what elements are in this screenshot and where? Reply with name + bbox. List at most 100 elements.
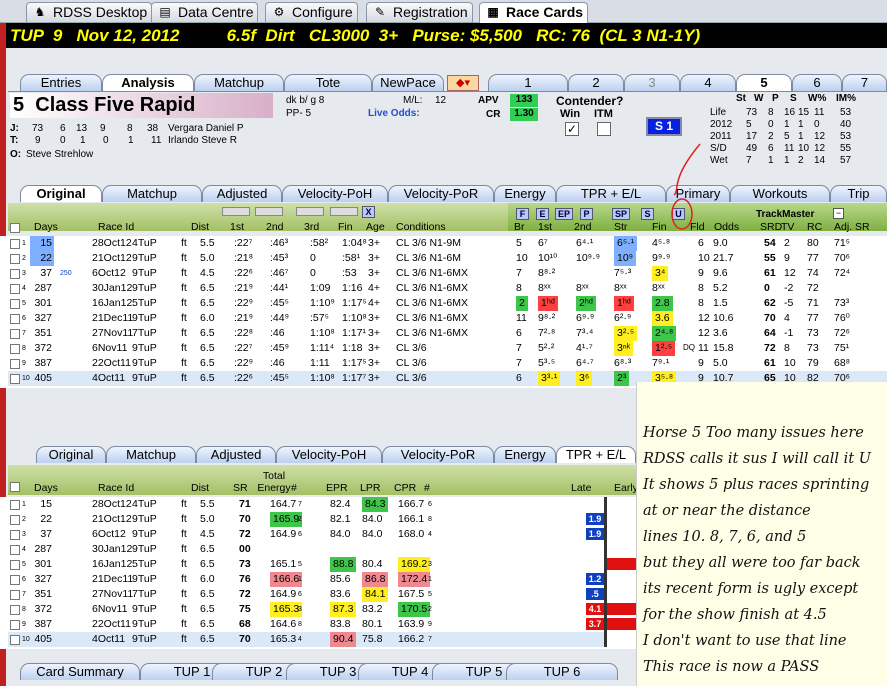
grid2-cell: 6.5: [200, 543, 215, 555]
sort-button-fin[interactable]: [330, 207, 358, 216]
grid1-tab-adjusted[interactable]: Adjusted: [202, 185, 282, 202]
row-checkbox[interactable]: [10, 374, 20, 384]
grid2-tab-velocity-poh[interactable]: Velocity-PoH: [276, 446, 382, 463]
grid1-cell: ft: [181, 342, 187, 354]
row-checkbox[interactable]: [10, 269, 20, 279]
tab-horse-4[interactable]: 4: [680, 74, 736, 91]
grid1-tab-workouts[interactable]: Workouts: [730, 185, 830, 202]
win-checkbox[interactable]: ✓: [565, 122, 579, 136]
grid1-row[interactable]: 8 372 6Nov11 9TuP ft 6.5:22⁷:45⁹ 1:11⁴ 1:18 3+ CL…: [8, 341, 887, 356]
grid2-cell: 83.2: [362, 603, 383, 615]
tab-analysis[interactable]: Analysis: [102, 74, 194, 91]
row-checkbox[interactable]: [10, 359, 20, 369]
grid1-tab-tpr[interactable]: TPR + E/L: [556, 185, 666, 202]
tab-horse-7[interactable]: 7: [842, 74, 887, 91]
grid2-row[interactable]: 8 372 6Nov11 9TuP ft 6.5 75 165.3 3 87.3 83.2 170.5…: [8, 602, 604, 617]
sort-button-1st[interactable]: [222, 207, 250, 216]
tab-horse-1[interactable]: 1: [488, 74, 568, 91]
row-checkbox[interactable]: [10, 500, 20, 510]
trackmaster-collapse-icon[interactable]: −: [833, 208, 844, 219]
grid2-cell: 7: [298, 501, 302, 508]
row-checkbox[interactable]: [10, 344, 20, 354]
grid2-tab-matchup[interactable]: Matchup: [106, 446, 196, 463]
grid2-tab-tpr[interactable]: TPR + E/L: [556, 446, 636, 463]
style-button-e[interactable]: E: [536, 208, 549, 220]
tab-card-summary[interactable]: Card Summary: [20, 663, 140, 680]
style-button-sp[interactable]: SP: [612, 208, 630, 220]
row-checkbox[interactable]: [10, 605, 20, 615]
s1-badge[interactable]: S 1: [646, 117, 682, 136]
grid1-row[interactable]: 9 387 22Oct11 9TuP ft 6.5:22⁹:46 1:11 1:17⁵ 3+ CL…: [8, 356, 887, 371]
grid1-tab-matchup[interactable]: Matchup: [102, 185, 202, 202]
tab-horse-2[interactable]: 2: [568, 74, 624, 91]
grid2-cell: 6.5: [200, 603, 215, 615]
grid2-select-all-checkbox[interactable]: [10, 482, 20, 492]
pace-diamond-icon[interactable]: ◆▾: [447, 75, 479, 91]
grid2-tab-adjusted[interactable]: Adjusted: [196, 446, 276, 463]
row-checkbox[interactable]: [10, 299, 20, 309]
row-checkbox[interactable]: [10, 590, 20, 600]
expand-x-button[interactable]: X: [362, 206, 375, 218]
tab-entries[interactable]: Entries: [20, 74, 102, 91]
grid1-row[interactable]: 6 327 21Dec11 9TuP ft 6.0:21⁹:44⁹:57⁵ 1:10⁸ 3+ C…: [8, 311, 887, 326]
sort-button-2nd[interactable]: [255, 207, 283, 216]
style-button-p[interactable]: P: [580, 208, 593, 220]
grid2-row[interactable]: 5 301 16Jan12 5TuP ft 6.5 73 165.1 5 88.8 80.4 169.…: [8, 557, 604, 572]
tab-tote[interactable]: Tote: [284, 74, 372, 91]
row-checkbox[interactable]: [10, 575, 20, 585]
row-checkbox[interactable]: [10, 314, 20, 324]
grid2-row[interactable]: 9 387 22Oct11 9TuP ft 6.5 68 164.6 8 83.8 80.1 163.…: [8, 617, 604, 632]
grid1-tab-velocity-poh[interactable]: Velocity-PoH: [282, 185, 388, 202]
grid1-row[interactable]: 5 301 16Jan12 5TuP ft 6.5:22⁹:45⁵ 1:10⁹ 1:17⁵ 4+…: [8, 296, 887, 311]
grid1-row[interactable]: 3 37 6Oct12 9TuP ft 4.5:22⁶:46⁷ 0:53 3+ CL 3/6 N…: [8, 266, 887, 281]
itm-checkbox[interactable]: [597, 122, 611, 136]
grid2-row[interactable]: 6 327 21Dec11 9TuP ft 6.0 76 166.6 1 85.6 86.8 172.…: [8, 572, 604, 587]
grid1-row[interactable]: 2 22 21Oct12 9TuP ft 5.0:21⁸:45³ 0:58¹ 3+ CL 3/6…: [8, 251, 887, 266]
grid1-row[interactable]: 4 287 30Jan12 9TuP ft 6.5:21⁹:44¹ 1:09 1:16 4+ CL…: [8, 281, 887, 296]
tab-newpace[interactable]: NewPace: [372, 74, 444, 91]
tab-horse-3[interactable]: 3: [624, 74, 680, 91]
grid2-row[interactable]: 7 351 27Nov11 7TuP ft 6.5 72 164.9 6 83.6 84.1 167.…: [8, 587, 604, 602]
row-checkbox[interactable]: [10, 239, 20, 249]
tab-matchup[interactable]: Matchup: [194, 74, 284, 91]
grid2-tab-energy[interactable]: Energy: [494, 446, 556, 463]
row-checkbox[interactable]: [10, 560, 20, 570]
grid2-tab-original[interactable]: Original: [36, 446, 106, 463]
row-checkbox[interactable]: [10, 620, 20, 630]
grid2-cell: 6: [298, 591, 302, 598]
style-button-f[interactable]: F: [516, 208, 529, 220]
tab-configure[interactable]: ⚙ Configure: [265, 2, 358, 22]
tab-horse-5[interactable]: 5: [736, 74, 792, 91]
grid1-row[interactable]: 1 15 28Oct12 4TuP ft 5.5:22⁷:46³:58² 1:04⁸ 3+ CL…: [8, 236, 887, 251]
row-checkbox[interactable]: [10, 254, 20, 264]
grid2-row[interactable]: 2 22 21Oct12 9TuP ft 5.0 70 165.9 2 82.1 84.0 166.1…: [8, 512, 604, 527]
tab-horse-6[interactable]: 6: [792, 74, 842, 91]
grid2-row[interactable]: 3 37 6Oct12 9TuP ft 4.5 72 164.9 6 84.0 84.0 168.0 4: [8, 527, 604, 542]
grid1-tab-trip[interactable]: Trip: [830, 185, 887, 202]
tab-tup-6[interactable]: TUP 6: [506, 663, 618, 680]
tab-race-cards[interactable]: ▦ Race Cards: [479, 2, 589, 23]
tab-rdss-desktop[interactable]: ♞ RDSS Desktop: [26, 2, 153, 22]
select-all-checkbox[interactable]: [10, 223, 20, 233]
grid2-row[interactable]: 1 15 28Oct12 4TuP ft 5.5 71 164.7 7 82.4 84.3 166.7…: [8, 497, 604, 512]
grid1-tab-velocity-por[interactable]: Velocity-PoR: [388, 185, 494, 202]
row-checkbox[interactable]: [10, 530, 20, 540]
grid2-row[interactable]: 10 405 4Oct11 9TuP ft 6.5 70 165.3 4 90.4 75.8 166.…: [8, 632, 604, 647]
row-checkbox[interactable]: [10, 515, 20, 525]
stats-cell: 2: [768, 131, 774, 142]
grid2-row[interactable]: 4 287 30Jan12 9TuP ft 6.5 00: [8, 542, 604, 557]
stats-cell: 53: [840, 131, 852, 142]
grid1-tab-original[interactable]: Original: [20, 185, 102, 202]
grid2-tab-velocity-por[interactable]: Velocity-PoR: [382, 446, 494, 463]
tab-data-centre[interactable]: ▤ Data Centre: [151, 2, 259, 22]
row-checkbox[interactable]: [10, 545, 20, 555]
row-checkbox[interactable]: [10, 284, 20, 294]
tab-registration[interactable]: ✎ Registration: [366, 2, 473, 22]
grid1-row[interactable]: 7 351 27Nov11 7TuP ft 6.5:22⁸:46 1:10⁸ 1:17¹ 3+ C…: [8, 326, 887, 341]
style-button-ep[interactable]: EP: [555, 208, 573, 220]
row-checkbox[interactable]: [10, 635, 20, 645]
grid1-tab-energy[interactable]: Energy: [494, 185, 556, 202]
sort-button-3rd[interactable]: [296, 207, 324, 216]
row-checkbox[interactable]: [10, 329, 20, 339]
style-button-s[interactable]: S: [641, 208, 654, 220]
